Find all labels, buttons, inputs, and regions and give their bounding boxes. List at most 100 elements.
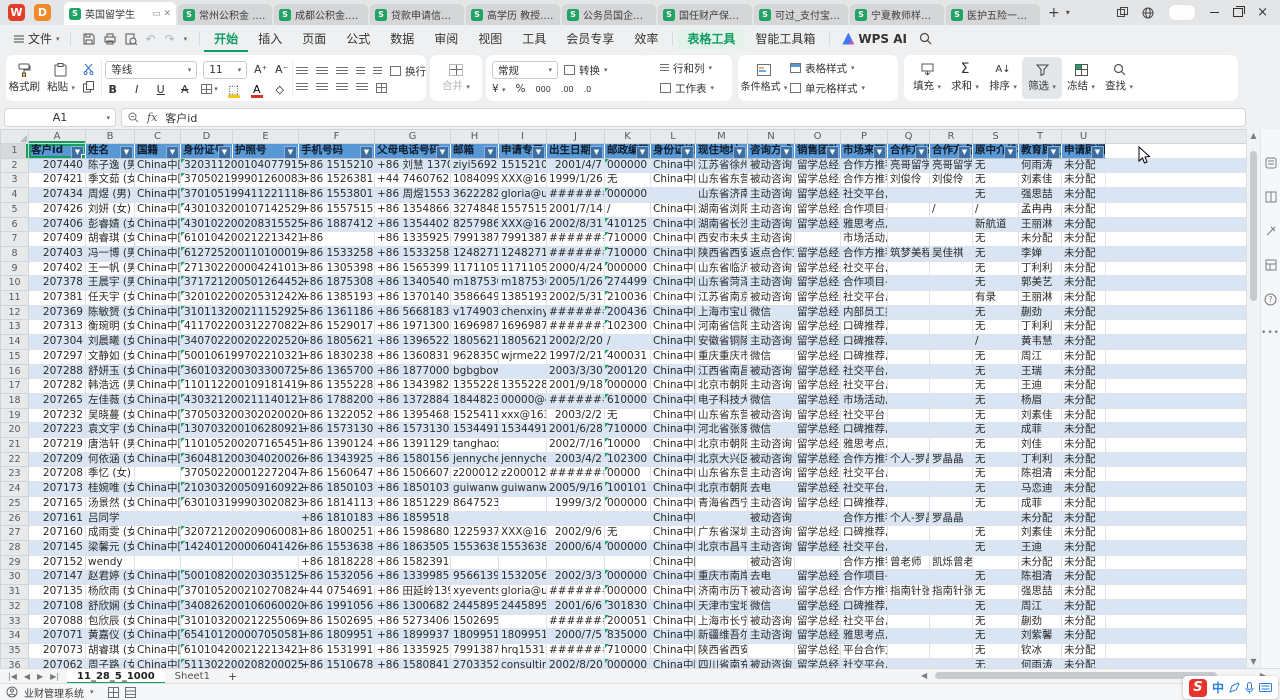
cell-I24[interactable]: guiwanwei <box>499 482 547 497</box>
document-tab-0[interactable]: S英国留学生▭✕ <box>64 2 176 25</box>
cell-P24[interactable]: 社交平台,微 <box>841 482 888 497</box>
cell-A5[interactable]: 207426 <box>29 202 86 217</box>
cell-K15[interactable]: 400031 <box>605 349 651 364</box>
cell-A20[interactable]: 207223 <box>29 423 86 438</box>
cell-P25[interactable]: 口碑推荐, <box>841 496 888 511</box>
cell-G4[interactable]: +86 周煜155380 <box>375 188 451 203</box>
quick-access-chevron-icon[interactable]: ▾ <box>184 35 188 43</box>
cell-M17[interactable]: 北京市朝阳 <box>696 379 748 394</box>
cell-L24[interactable]: China中国 <box>651 482 696 497</box>
cell-G28[interactable]: +86 1863505000 <box>375 540 451 555</box>
cell-Q35[interactable] <box>888 643 930 658</box>
first-sheet-icon[interactable]: |◀ <box>8 672 17 681</box>
cell-A17[interactable]: 207282 <box>29 379 86 394</box>
document-tab-9[interactable]: S医护五险一金.xlsx <box>946 4 1040 25</box>
cell-U8[interactable]: 未分配 <box>1062 246 1106 261</box>
cell-Q2[interactable]: 亮哥留学 <box>888 158 930 173</box>
filter-dropdown-icon[interactable]: ▼ <box>681 146 694 158</box>
cell-B35[interactable]: 胡睿琪 (女 <box>86 643 135 658</box>
cell-H10[interactable]: m1875308 <box>451 276 499 291</box>
cell-C27[interactable]: China中国 <box>135 526 181 541</box>
cell-C9[interactable]: China中国 <box>135 261 181 276</box>
cell-T4[interactable]: 强思喆 <box>1019 188 1062 203</box>
arrange-windows-icon[interactable] <box>1117 7 1128 18</box>
cell-R31[interactable]: 指南针张老 <box>930 585 973 600</box>
column-header-T[interactable]: T <box>1019 130 1062 144</box>
cell-S24[interactable]: 无 <box>973 482 1019 497</box>
cell-J18[interactable]: ######## <box>547 393 605 408</box>
strikethrough-button[interactable]: A <box>177 83 192 96</box>
cell-G2[interactable]: +86 刘慧 137052 <box>375 158 451 173</box>
cell-H8[interactable]: 124827175 <box>451 246 499 261</box>
cell-D2[interactable]: 320311200104077915 <box>181 158 233 173</box>
align-right-icon[interactable] <box>336 83 348 92</box>
cell-U29[interactable]: 未分配 <box>1062 555 1106 570</box>
cell-I33[interactable] <box>499 614 547 629</box>
row-header-6[interactable]: 6 <box>1 217 29 232</box>
cell-D3[interactable]: 370502199901260083 <box>181 173 233 188</box>
cell-I4[interactable]: gloria@uk <box>499 188 547 203</box>
cell-G14[interactable]: +86 1396522100 <box>375 335 451 350</box>
column-header-P[interactable]: P <box>841 130 888 144</box>
cell-G9[interactable]: +86 1565399710 <box>375 261 451 276</box>
menu-tab-公式[interactable]: 公式 <box>336 25 380 52</box>
cell-B12[interactable]: 陈敏赟 (女 <box>86 305 135 320</box>
scroll-left-icon[interactable]: ◀ <box>921 671 927 680</box>
cell-D32[interactable]: 340826200106060020 <box>181 599 233 614</box>
cell-U17[interactable]: 未分配 <box>1062 379 1106 394</box>
cell-S31[interactable]: 无 <box>973 585 1019 600</box>
cell-H24[interactable]: guiwanwei <box>451 482 499 497</box>
menu-tab-开始[interactable]: 开始 <box>204 25 248 52</box>
cell-S17[interactable]: 无 <box>973 379 1019 394</box>
cell-L26[interactable]: China中国 <box>651 511 696 526</box>
cell-J16[interactable]: 2003/3/30 <box>547 364 605 379</box>
cell-G24[interactable]: +86 1850103098 <box>375 482 451 497</box>
sum-button[interactable]: Σ 求和 ▾ <box>946 63 984 93</box>
cell-Q4[interactable] <box>888 188 930 203</box>
cell-L3[interactable]: China中国 <box>651 173 696 188</box>
cell-U26[interactable]: 未分配 <box>1062 511 1106 526</box>
cell-J28[interactable]: 2000/6/4 <box>547 540 605 555</box>
cell-I23[interactable]: z20001227 <box>499 467 547 482</box>
cell-H9[interactable]: 117110505 <box>451 261 499 276</box>
cell-S14[interactable]: / <box>973 335 1019 350</box>
cell-K23[interactable]: 00000 <box>605 467 651 482</box>
cell-P31[interactable]: 合作方推荐 <box>841 585 888 600</box>
formula-input[interactable]: 客户id <box>165 110 197 126</box>
cell-N12[interactable]: 微信 <box>748 305 795 320</box>
cell-H25[interactable]: 864752343 <box>451 496 499 511</box>
cell-P28[interactable]: 社交平台,/ <box>841 540 888 555</box>
filter-dropdown-icon[interactable]: ▼ <box>360 146 373 158</box>
cell-J32[interactable]: 2001/6/6 <box>547 599 605 614</box>
spreadsheet-grid[interactable]: ABCDEFGHIJKLMNOPQRSTU1客户id▼姓名▼国籍▼身份证号▼护照… <box>0 129 1246 668</box>
cell-D34[interactable]: 654101200007050581 <box>181 629 233 644</box>
cell-U14[interactable]: 未分配 <box>1062 335 1106 350</box>
cell-N2[interactable]: 被动咨询 <box>748 158 795 173</box>
cell-N17[interactable]: 主动咨询 <box>748 379 795 394</box>
cell-I25[interactable] <box>499 496 547 511</box>
cell-I9[interactable]: 117110505 <box>499 261 547 276</box>
cell-S12[interactable]: 无 <box>973 305 1019 320</box>
cell-L13[interactable]: China中国 <box>651 320 696 335</box>
cell-H11[interactable]: 358664913 <box>451 291 499 306</box>
cell-P21[interactable]: 雅思考点,雅 <box>841 438 888 453</box>
cell-P32[interactable]: 口碑推荐, <box>841 599 888 614</box>
next-sheet-icon[interactable]: ▶ <box>37 672 43 681</box>
cell-Q10[interactable] <box>888 276 930 291</box>
cell-R33[interactable] <box>930 614 973 629</box>
cell-H5[interactable]: 327484864 <box>451 202 499 217</box>
cell-R5[interactable]: / <box>930 202 973 217</box>
cell-R10[interactable] <box>930 276 973 291</box>
header-cell-E1[interactable]: 护照号▼ <box>233 144 299 159</box>
cell-B13[interactable]: 衡琬明 (女 <box>86 320 135 335</box>
cell-K28[interactable]: 000000 <box>605 540 651 555</box>
cell-A25[interactable]: 207165 <box>29 496 86 511</box>
cell-J22[interactable]: 2003/4/2 <box>547 452 605 467</box>
cell-O22[interactable]: 留学总经办 <box>795 452 841 467</box>
row-header-1[interactable]: 1 <box>1 144 29 159</box>
filter-dropdown-icon[interactable]: ▼ <box>873 146 886 158</box>
cell-K5[interactable]: / <box>605 202 651 217</box>
cell-T22[interactable]: 丁利利 <box>1019 452 1062 467</box>
cell-A33[interactable]: 207088 <box>29 614 86 629</box>
cell-M34[interactable]: 新疆维吾尔 <box>696 629 748 644</box>
